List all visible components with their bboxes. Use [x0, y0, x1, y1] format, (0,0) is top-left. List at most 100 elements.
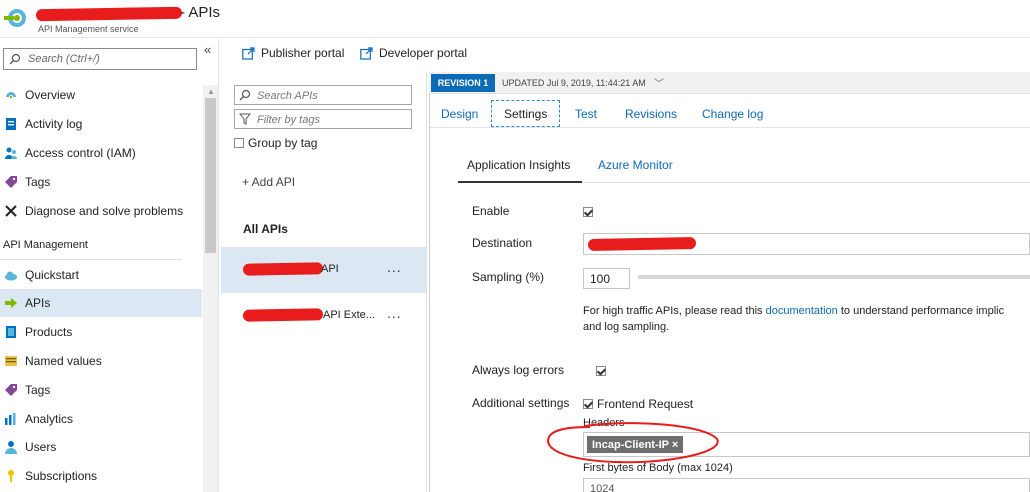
help-text-prefix: For high traffic APIs, please read this: [583, 305, 766, 317]
nav-section-title: API Management: [3, 239, 88, 251]
sampling-label: Sampling (%): [472, 270, 545, 284]
named-values-icon: [5, 356, 17, 366]
redacted-api-name: [242, 262, 324, 276]
tag-icon: [5, 384, 17, 396]
nav-item-label: Users: [25, 440, 57, 454]
publisher-portal-label: Publisher portal: [261, 46, 345, 60]
nav-item-apis[interactable]: APIs: [0, 289, 202, 317]
subtab-active-indicator: [458, 181, 582, 183]
tab-settings[interactable]: Settings: [491, 100, 561, 127]
more-options-button[interactable]: ...: [387, 305, 402, 321]
api-management-logo-icon: [4, 9, 26, 27]
collapse-nav-button[interactable]: «: [204, 42, 211, 57]
nav-item-label: Overview: [25, 88, 76, 102]
developer-portal-button[interactable]: Developer portal: [360, 46, 467, 60]
api-list-item[interactable]: API Exte... ...: [221, 293, 426, 339]
nav-divider: [0, 259, 182, 260]
tab-revisions[interactable]: Revisions: [625, 100, 677, 127]
analytics-icon: [5, 413, 16, 425]
nav-item-quickstart[interactable]: Quickstart: [0, 261, 202, 289]
help-text-line2: and log sampling.: [583, 321, 670, 333]
frontend-request-checkbox[interactable]: Frontend Request: [583, 397, 693, 411]
nav-item-overview[interactable]: Overview: [0, 81, 202, 109]
nav-item-named-values[interactable]: Named values: [0, 347, 202, 375]
api-list-item[interactable]: API ...: [221, 247, 426, 293]
api-name: API Exte...: [323, 309, 375, 321]
nav-item-label: Named values: [25, 354, 102, 368]
nav-search-input[interactable]: Search (Ctrl+/): [3, 48, 197, 70]
nav-item-label: Quickstart: [25, 268, 80, 282]
nav-item-products[interactable]: Products: [0, 318, 202, 346]
nav-item-label: Diagnose and solve problems: [25, 204, 184, 218]
sampling-slider[interactable]: [638, 275, 1030, 279]
checkbox-box[interactable]: [234, 138, 244, 148]
nav-item-activity-log[interactable]: Activity log: [0, 110, 202, 138]
nav-item-diagnose[interactable]: Diagnose and solve problems: [0, 197, 202, 225]
hand-drawn-annotation-ellipse: [547, 422, 719, 464]
publisher-portal-button[interactable]: Publisher portal: [242, 46, 344, 60]
enable-label: Enable: [472, 204, 510, 218]
external-link-icon: [242, 46, 255, 60]
additional-settings-label: Additional settings: [472, 396, 570, 410]
filter-icon: [239, 113, 251, 125]
nav-item-label: Tags: [25, 383, 51, 397]
page-title: - APIs: [180, 4, 221, 21]
destination-label: Destination: [472, 236, 533, 250]
developer-portal-label: Developer portal: [379, 46, 468, 60]
overview-icon: [6, 92, 16, 99]
api-arrow-icon: [5, 298, 17, 308]
always-log-errors-label: Always log errors: [472, 363, 565, 377]
tab-divider: [430, 127, 1030, 128]
nav-item-tags[interactable]: Tags: [0, 168, 202, 196]
page-subtitle: API Management service: [38, 24, 139, 34]
nav-search-placeholder: Search (Ctrl+/): [28, 53, 100, 65]
nav-item-label: Tags: [25, 175, 51, 189]
subtab-application-insights[interactable]: Application Insights: [467, 158, 570, 180]
frontend-request-label: Frontend Request: [597, 397, 694, 411]
nav-item-tags-2[interactable]: Tags: [0, 376, 202, 404]
nav-item-iam[interactable]: Access control (IAM): [0, 139, 202, 167]
nav-item-label: Products: [25, 325, 73, 339]
group-by-tag-checkbox[interactable]: Group by tag: [234, 136, 317, 150]
revision-badge[interactable]: REVISION 1: [431, 74, 495, 92]
enable-checkbox[interactable]: [583, 207, 593, 217]
group-by-tag-label: Group by tag: [248, 136, 318, 150]
external-link-icon: [360, 46, 373, 60]
tab-design[interactable]: Design: [441, 100, 478, 127]
add-api-button[interactable]: + Add API: [242, 175, 295, 189]
search-icon: [239, 89, 251, 101]
documentation-link[interactable]: documentation: [766, 305, 838, 317]
nav-item-analytics[interactable]: Analytics: [0, 405, 202, 433]
nav-item-label: APIs: [25, 296, 51, 310]
search-icon: [9, 53, 21, 65]
checkbox-box[interactable]: [583, 399, 593, 409]
api-name: API: [321, 263, 339, 275]
iam-icon: [5, 147, 17, 159]
nav-item-users[interactable]: Users: [0, 433, 202, 461]
nav-item-label: Access control (IAM): [25, 146, 136, 160]
nav-scrollbar-thumb[interactable]: [205, 98, 216, 253]
api-search-input[interactable]: Search APIs: [234, 85, 412, 105]
tab-change-log[interactable]: Change log: [702, 100, 763, 127]
key-icon: [8, 470, 14, 482]
filter-by-tags-input[interactable]: Filter by tags: [234, 109, 412, 129]
always-log-errors-checkbox[interactable]: [596, 366, 607, 376]
nav-item-subscriptions[interactable]: Subscriptions: [0, 462, 202, 490]
help-text-suffix: to understand performance implic: [837, 305, 1005, 317]
users-icon: [5, 441, 17, 454]
revision-updated-text: UPDATED Jul 9, 2019, 11:44:21 AM: [502, 78, 646, 88]
more-options-button[interactable]: ...: [387, 259, 402, 275]
filter-by-tags-placeholder: Filter by tags: [257, 114, 320, 126]
first-bytes-input[interactable]: [583, 478, 1030, 492]
redacted-service-name: [35, 6, 183, 22]
tab-test[interactable]: Test: [575, 100, 597, 127]
chevron-down-icon[interactable]: ﹀: [654, 75, 664, 90]
nav-item-label: Analytics: [25, 412, 74, 426]
subtab-azure-monitor[interactable]: Azure Monitor: [598, 158, 673, 180]
api-search-placeholder: Search APIs: [257, 90, 318, 102]
tag-icon: [5, 176, 17, 188]
nav-item-label: Subscriptions: [25, 469, 98, 483]
products-icon: [6, 326, 16, 338]
all-apis-heading: All APIs: [243, 222, 288, 236]
scroll-up-icon[interactable]: ▲: [207, 87, 215, 96]
